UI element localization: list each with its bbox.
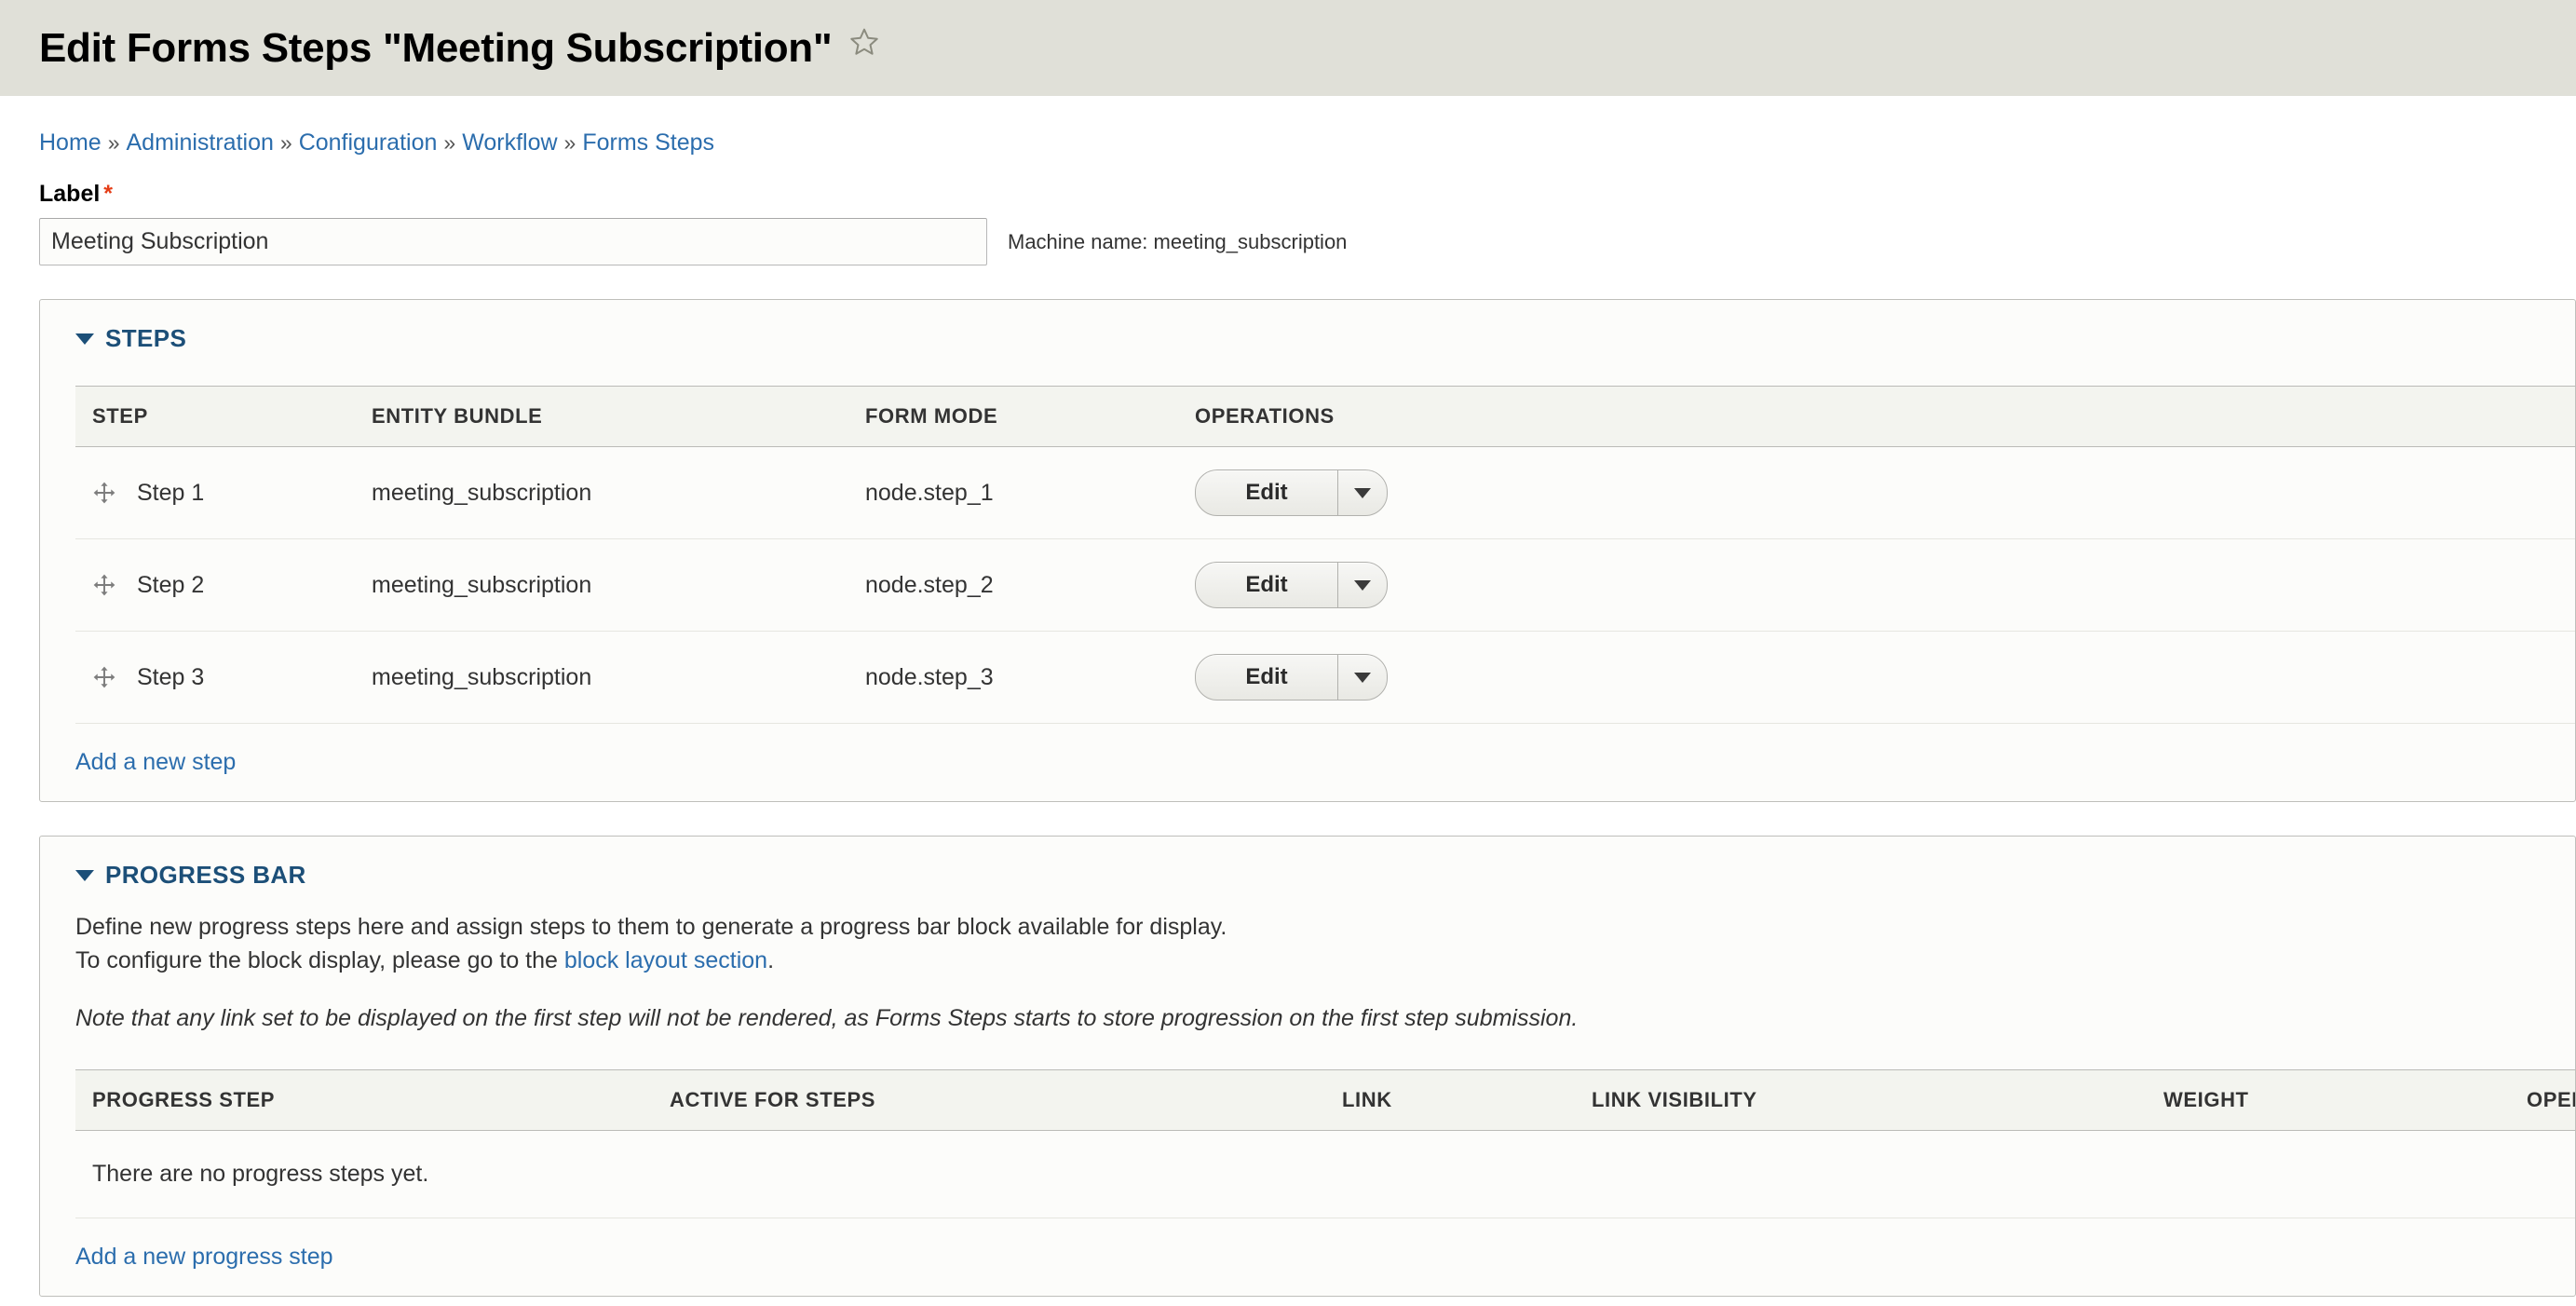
label-field-label-text: Label xyxy=(39,181,101,207)
steps-panel-summary[interactable]: STEPS xyxy=(40,326,2575,350)
cell-form-mode: node.step_2 xyxy=(848,538,1178,632)
edit-button[interactable]: Edit xyxy=(1196,655,1337,700)
label-input[interactable] xyxy=(39,218,987,265)
breadcrumb-item-administration[interactable]: Administration xyxy=(126,129,273,156)
steps-panel-summary-label: STEPS xyxy=(105,324,187,352)
column-header-operations: OPERATIONS xyxy=(1178,386,2575,447)
column-header-progress-step: PROGRESS STEP xyxy=(75,1068,653,1131)
cell-entity-bundle: meeting_subscription xyxy=(355,631,848,724)
cell-entity-bundle: meeting_subscription xyxy=(355,538,848,632)
column-header-active-for-steps: ACTIVE FOR STEPS xyxy=(653,1068,1325,1131)
progress-bar-panel-summary-label: PROGRESS BAR xyxy=(105,861,306,889)
triangle-down-icon xyxy=(75,333,94,345)
progress-table-header-row: PROGRESS STEP ACTIVE FOR STEPS LINK LINK… xyxy=(75,1068,2575,1131)
block-layout-section-link[interactable]: block layout section xyxy=(564,947,767,973)
cell-step: Step 3 xyxy=(75,631,355,724)
progress-bar-description: Define new progress steps here and assig… xyxy=(40,887,2575,977)
table-row: Step 3 meeting_subscription node.step_3 … xyxy=(75,631,2575,724)
column-header-link-visibility: LINK VISIBILITY xyxy=(1575,1068,2147,1131)
column-header-weight: WEIGHT xyxy=(2147,1068,2510,1131)
cell-step: Step 2 xyxy=(75,538,355,632)
column-header-step: STEP xyxy=(75,386,355,447)
cell-entity-bundle: meeting_subscription xyxy=(355,446,848,539)
breadcrumb-item-configuration[interactable]: Configuration xyxy=(299,129,438,156)
progress-bar-description-line1: Define new progress steps here and assig… xyxy=(75,914,1227,940)
breadcrumb-separator: » xyxy=(107,130,120,155)
edit-dropbutton[interactable]: Edit xyxy=(1195,469,1388,516)
steps-table: STEP ENTITY BUNDLE FORM MODE OPERATIONS xyxy=(75,386,2575,724)
edit-dropbutton[interactable]: Edit xyxy=(1195,654,1388,701)
description-suffix: . xyxy=(767,946,775,973)
steps-panel: STEPS STEP ENTITY BUNDLE FORM MODE OPERA… xyxy=(39,299,2576,802)
progress-bar-note: Note that any link set to be displayed o… xyxy=(75,1005,1579,1031)
breadcrumb-separator: » xyxy=(563,130,576,155)
progress-steps-table: PROGRESS STEP ACTIVE FOR STEPS LINK LINK… xyxy=(75,1068,2575,1218)
column-header-operations: OPERATIONS xyxy=(2510,1068,2575,1131)
progress-bar-description-line2: To configure the block display, please g… xyxy=(75,945,2540,978)
table-row: Step 1 meeting_subscription node.step_1 … xyxy=(75,446,2575,539)
dropbutton-toggle[interactable] xyxy=(1337,470,1387,515)
drag-move-icon[interactable] xyxy=(92,573,116,597)
breadcrumb: Home» Administration» Configuration» Workfl… xyxy=(0,96,2576,155)
cell-form-mode: node.step_3 xyxy=(848,631,1178,724)
chevron-down-icon xyxy=(1354,579,1371,591)
machine-name-text: Machine name: meeting_subscription xyxy=(1008,229,1348,253)
steps-table-wrap: STEP ENTITY BUNDLE FORM MODE OPERATIONS xyxy=(40,386,2575,724)
edit-button[interactable]: Edit xyxy=(1196,470,1337,515)
drag-move-icon[interactable] xyxy=(92,665,116,689)
cell-operations: Edit xyxy=(1178,631,2575,724)
page-title: Edit Forms Steps "Meeting Subscription" xyxy=(39,24,833,71)
column-header-entity-bundle: ENTITY BUNDLE xyxy=(355,386,848,447)
breadcrumb-separator: » xyxy=(279,130,292,155)
page-header: Edit Forms Steps "Meeting Subscription" xyxy=(0,0,2576,96)
add-step-row: Add a new step xyxy=(40,724,2575,801)
star-outline-icon[interactable] xyxy=(848,26,880,64)
cell-form-mode: node.step_1 xyxy=(848,446,1178,539)
chevron-down-icon xyxy=(1354,672,1371,683)
table-row: Step 2 meeting_subscription node.step_2 … xyxy=(75,538,2575,632)
triangle-down-icon xyxy=(75,870,94,881)
step-name: Step 3 xyxy=(137,663,205,690)
breadcrumb-item-forms-steps[interactable]: Forms Steps xyxy=(582,129,714,156)
cell-operations: Edit xyxy=(1178,446,2575,539)
progress-bar-panel: PROGRESS BAR Define new progress steps h… xyxy=(39,836,2576,1297)
chevron-down-icon xyxy=(1354,487,1371,498)
breadcrumb-separator: » xyxy=(443,130,456,155)
cell-operations: Edit xyxy=(1178,538,2575,632)
edit-dropbutton[interactable]: Edit xyxy=(1195,562,1388,608)
step-name: Step 1 xyxy=(137,479,205,506)
add-new-progress-step-link[interactable]: Add a new progress step xyxy=(75,1244,333,1270)
drag-move-icon[interactable] xyxy=(92,481,116,505)
progress-bar-panel-summary[interactable]: PROGRESS BAR xyxy=(40,863,2575,887)
empty-state-message: There are no progress steps yet. xyxy=(75,1130,2575,1218)
label-field-group: Label* Machine name: meeting_subscriptio… xyxy=(0,155,2576,265)
dropbutton-toggle[interactable] xyxy=(1337,563,1387,607)
table-row-empty: There are no progress steps yet. xyxy=(75,1130,2575,1218)
edit-button[interactable]: Edit xyxy=(1196,563,1337,607)
cell-step: Step 1 xyxy=(75,446,355,539)
add-new-step-link[interactable]: Add a new step xyxy=(75,749,236,775)
column-header-form-mode: FORM MODE xyxy=(848,386,1178,447)
required-asterisk: * xyxy=(103,181,114,207)
step-name: Step 2 xyxy=(137,571,205,598)
description-prefix: To configure the block display, please g… xyxy=(75,946,564,973)
breadcrumb-item-workflow[interactable]: Workflow xyxy=(462,129,557,156)
dropbutton-toggle[interactable] xyxy=(1337,655,1387,700)
label-field-label: Label * xyxy=(39,183,2537,206)
column-header-link: LINK xyxy=(1325,1068,1575,1131)
steps-table-header-row: STEP ENTITY BUNDLE FORM MODE OPERATIONS xyxy=(75,386,2575,447)
add-progress-step-row: Add a new progress step xyxy=(40,1218,2575,1296)
progress-steps-table-wrap: PROGRESS STEP ACTIVE FOR STEPS LINK LINK… xyxy=(40,1068,2575,1218)
breadcrumb-item-home[interactable]: Home xyxy=(39,129,102,156)
